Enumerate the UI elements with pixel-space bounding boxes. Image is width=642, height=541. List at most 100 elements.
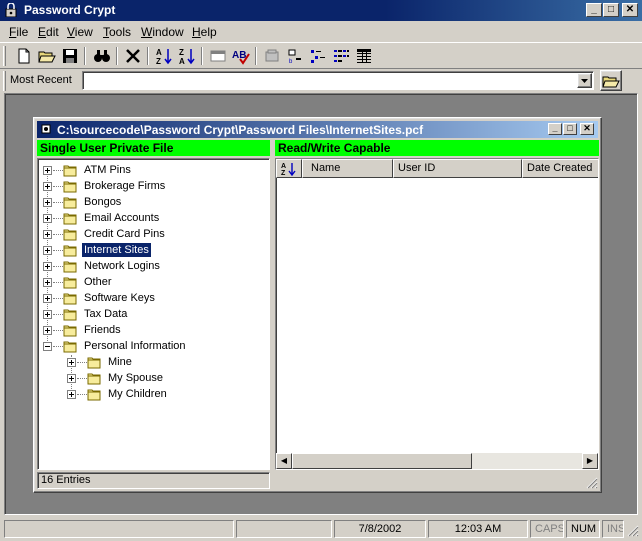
expand-plus-icon[interactable] (43, 198, 52, 207)
tree-item-label[interactable]: My Spouse (106, 371, 165, 385)
expand-plus-icon[interactable] (43, 326, 52, 335)
tree-item[interactable]: Tax Data (43, 306, 263, 322)
properties-icon[interactable] (263, 47, 281, 65)
tree-item-label[interactable]: Email Accounts (82, 211, 161, 225)
tree-item-label[interactable]: Software Keys (82, 291, 157, 305)
window-icon[interactable] (209, 47, 227, 65)
window-title: Password Crypt (24, 3, 116, 17)
tree-item[interactable]: ATM Pins (43, 162, 263, 178)
sort-descending-icon[interactable]: Z A (178, 47, 196, 65)
sort-toggle-column[interactable]: A Z (276, 159, 302, 178)
resize-grip-icon[interactable] (586, 477, 598, 489)
tree-connector (53, 218, 63, 219)
expand-plus-icon[interactable] (43, 230, 52, 239)
folder-icon (63, 179, 78, 193)
tree-item[interactable]: Personal Information (43, 338, 263, 354)
tree-item[interactable]: Other (43, 274, 263, 290)
maximize-button[interactable]: □ (603, 3, 619, 17)
expand-plus-icon[interactable] (43, 310, 52, 319)
tree-item[interactable]: Mine (67, 354, 263, 370)
find-binoculars-icon[interactable] (93, 47, 111, 65)
tree-item[interactable]: Bongos (43, 194, 263, 210)
most-recent-combobox[interactable] (82, 71, 594, 90)
svg-text:A: A (156, 48, 162, 57)
file-type-header: Single User Private File (37, 140, 270, 156)
dropdown-button[interactable] (577, 73, 592, 88)
menu-view[interactable]: View (67, 25, 93, 39)
horizontal-scrollbar[interactable]: ◀ ▶ (276, 453, 598, 469)
collapse-minus-icon[interactable] (43, 342, 52, 351)
tree-item[interactable]: Software Keys (43, 290, 263, 306)
doc-minimize-button[interactable]: _ (548, 123, 562, 135)
scroll-left-button[interactable]: ◀ (276, 453, 292, 469)
tree-item-label[interactable]: Brokerage Firms (82, 179, 167, 193)
save-icon[interactable] (61, 47, 79, 65)
category-tree[interactable]: ATM Pins Brokerage Firms Bongos Email Accou… (37, 158, 270, 470)
expand-plus-icon[interactable] (43, 182, 52, 191)
expand-plus-icon[interactable] (43, 262, 52, 271)
tree-item-label[interactable]: Other (82, 275, 114, 289)
details-view-icon[interactable] (355, 47, 373, 65)
toolbar-separator (116, 47, 118, 65)
tree-item-label[interactable]: Bongos (82, 195, 123, 209)
menu-help[interactable]: Help (192, 25, 217, 39)
tree-item[interactable]: Brokerage Firms (43, 178, 263, 194)
tree-item[interactable]: Network Logins (43, 258, 263, 274)
doc-maximize-button[interactable]: □ (563, 123, 577, 135)
tree-item[interactable]: My Children (67, 386, 263, 402)
menu-edit[interactable]: Edit (38, 25, 59, 39)
folder-icon (87, 371, 102, 385)
expand-plus-icon[interactable] (67, 374, 76, 383)
expand-plus-icon[interactable] (67, 390, 76, 399)
status-time: 12:03 AM (428, 520, 528, 538)
expand-plus-icon[interactable] (67, 358, 76, 367)
new-document-icon[interactable] (15, 47, 33, 65)
spell-check-icon[interactable]: AB (232, 47, 250, 65)
expand-plus-icon[interactable] (43, 166, 52, 175)
list-view-icon[interactable] (332, 47, 350, 65)
column-name[interactable]: Name (302, 159, 393, 178)
column-date-created[interactable]: Date Created (522, 159, 598, 178)
tree-item-label[interactable]: Credit Card Pins (82, 227, 167, 241)
tree-item-label[interactable]: My Children (106, 387, 169, 401)
resize-grip-icon[interactable] (627, 525, 639, 537)
menu-tools[interactable]: Tools (103, 25, 131, 39)
tree-item[interactable]: My Spouse (67, 370, 263, 386)
doc-close-button[interactable]: ✕ (580, 123, 594, 135)
expand-plus-icon[interactable] (43, 214, 52, 223)
minimize-button[interactable]: _ (586, 3, 602, 17)
tree-item[interactable]: Credit Card Pins (43, 226, 263, 242)
svg-text:A: A (179, 57, 185, 65)
large-icons-icon[interactable]: b (286, 47, 304, 65)
close-button[interactable]: ✕ (622, 3, 638, 17)
tree-item-label[interactable]: Internet Sites (81, 242, 152, 258)
tree-item-label[interactable]: Mine (106, 355, 134, 369)
expand-plus-icon[interactable] (43, 278, 52, 287)
expand-plus-icon[interactable] (43, 246, 52, 255)
entries-list[interactable]: A Z Name User ID Date Created ◀ ▶ (275, 158, 599, 470)
menu-window[interactable]: Window (141, 25, 184, 39)
tree-item-label[interactable]: Tax Data (82, 307, 129, 321)
document-icon (41, 124, 51, 134)
open-folder-icon[interactable] (38, 47, 56, 65)
sort-ascending-icon[interactable]: A Z (155, 47, 173, 65)
tree-item[interactable]: Internet Sites (43, 242, 263, 258)
small-icons-icon[interactable] (309, 47, 327, 65)
tree-connector (53, 234, 63, 235)
scroll-right-button[interactable]: ▶ (582, 453, 598, 469)
tree-connector (77, 378, 87, 379)
expand-plus-icon[interactable] (43, 294, 52, 303)
tree-item-label[interactable]: Personal Information (82, 339, 188, 353)
column-user-id[interactable]: User ID (393, 159, 522, 178)
tree-item[interactable]: Email Accounts (43, 210, 263, 226)
tree-item[interactable]: Friends (43, 322, 263, 338)
folder-icon (63, 307, 78, 321)
scroll-thumb[interactable] (292, 453, 472, 469)
menu-file[interactable]: File (9, 25, 28, 39)
delete-x-icon[interactable] (124, 47, 142, 65)
tree-item-label[interactable]: ATM Pins (82, 163, 133, 177)
browse-folder-button[interactable] (600, 70, 622, 91)
tree-item-label[interactable]: Network Logins (82, 259, 162, 273)
tree-connector (53, 170, 63, 171)
tree-item-label[interactable]: Friends (82, 323, 123, 337)
